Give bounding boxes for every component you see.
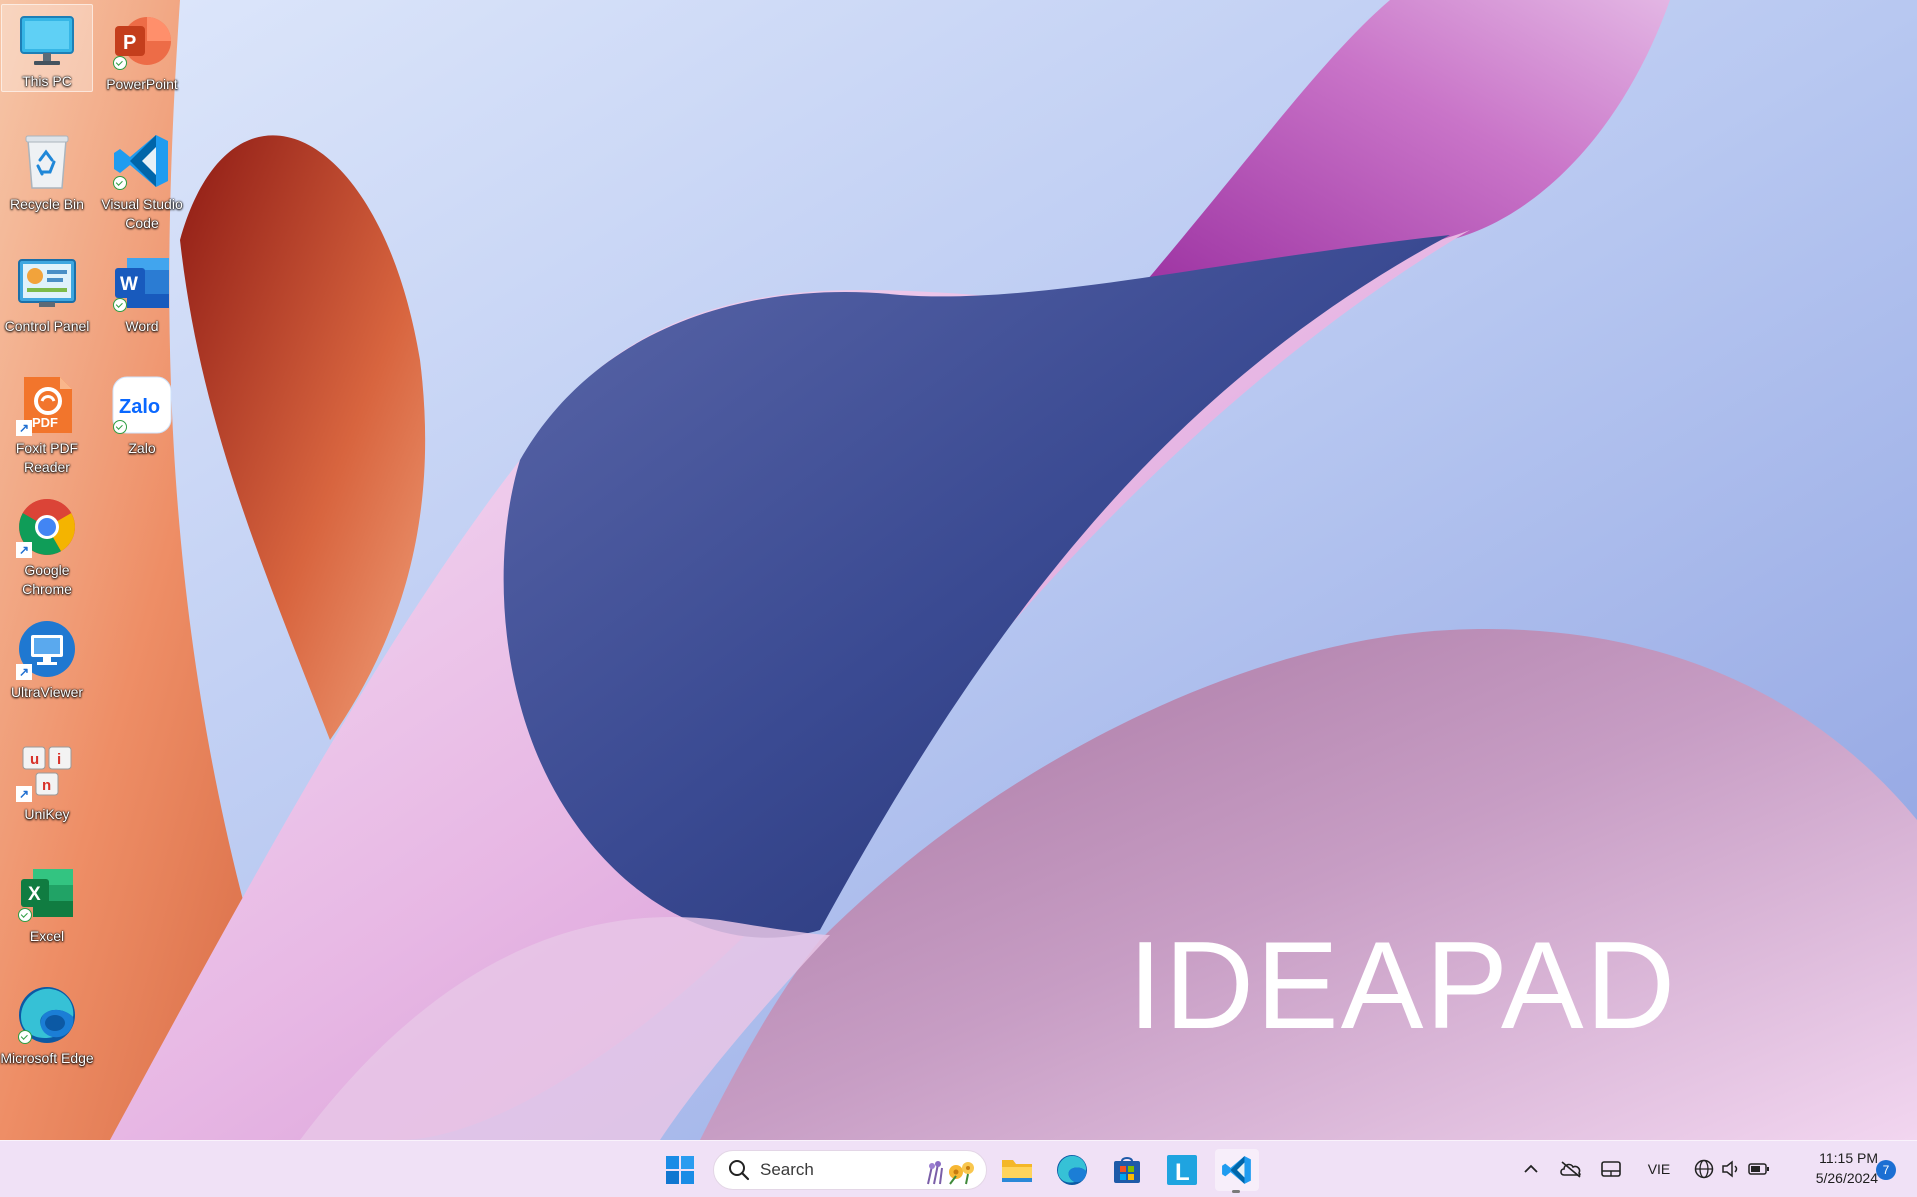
monitor-icon [16, 11, 78, 69]
shortcut-arrow-icon: ↗ [16, 786, 32, 802]
foxit-pdf-reader-item[interactable]: PDF ↗ Foxit PDF Reader [1, 368, 93, 480]
l-app-button[interactable]: L [1160, 1149, 1204, 1191]
clock-time: 11:15 PM [1819, 1150, 1878, 1166]
chevron-up-icon [1524, 1164, 1538, 1173]
unikey-icon: u i n ↗ [16, 740, 78, 802]
touchpad-icon [1601, 1160, 1621, 1177]
powerpoint-icon: P [111, 10, 173, 72]
zalo-label: Zalo [128, 440, 156, 456]
ultraviewer-icon: ↗ [16, 618, 78, 680]
show-hidden-icons-button[interactable] [1516, 1140, 1546, 1197]
google-chrome-item[interactable]: ↗ Google Chrome [1, 490, 93, 602]
recycle-bin-item[interactable]: Recycle Bin [1, 124, 93, 236]
network-button[interactable] [1690, 1140, 1718, 1197]
search-placeholder: Search [760, 1160, 814, 1179]
svg-text:n: n [42, 777, 51, 794]
svg-text:L: L [1175, 1159, 1190, 1185]
edge-taskbar-button[interactable] [1050, 1149, 1094, 1191]
sync-check-icon [113, 298, 127, 312]
control-panel-label: Control Panel [4, 318, 90, 334]
sync-check-icon [18, 1030, 32, 1044]
input-language-indicator[interactable]: VIE [1642, 1140, 1676, 1197]
onedrive-button[interactable] [1556, 1140, 1586, 1197]
excel-label: Excel [29, 928, 65, 944]
shortcut-arrow-icon: ↗ [16, 664, 32, 680]
vscode-running-indicator [1232, 1190, 1240, 1193]
windows-start-icon [666, 1156, 694, 1184]
notification-count-badge[interactable]: 7 [1876, 1160, 1896, 1180]
taskbar-clock[interactable]: 11:15 PM 5/26/2024 [1782, 1148, 1878, 1188]
cloud-offline-icon [1560, 1160, 1581, 1178]
volume-button[interactable] [1718, 1140, 1744, 1197]
shortcut-arrow-icon: ↗ [16, 542, 32, 558]
foxit-pdf-icon: PDF ↗ [16, 374, 78, 436]
foxit-pdf-reader-label: Foxit PDF Reader [15, 440, 79, 475]
control-panel-icon [16, 252, 78, 314]
battery-button[interactable] [1744, 1140, 1774, 1197]
file-explorer-icon [1002, 1160, 1032, 1182]
microsoft-store-icon [1114, 1157, 1140, 1183]
edge-icon [1057, 1155, 1087, 1185]
sync-check-icon [113, 176, 127, 190]
sync-check-icon [113, 56, 127, 70]
google-chrome-label: Google Chrome [22, 562, 72, 597]
taskbar: Search L [0, 1140, 1917, 1197]
word-label: Word [125, 318, 159, 334]
excel-icon: X [16, 862, 78, 924]
powerpoint-item[interactable]: P PowerPoint [96, 4, 188, 116]
sync-check-icon [18, 908, 32, 922]
visual-studio-code-item[interactable]: Visual Studio Code [96, 124, 188, 236]
file-explorer-button[interactable] [995, 1149, 1039, 1191]
battery-icon [1748, 1162, 1769, 1175]
ultraviewer-label: UltraViewer [10, 684, 84, 700]
zalo-item[interactable]: Zalo Zalo [96, 368, 188, 480]
taskbar-search-box[interactable]: Search [713, 1150, 987, 1190]
ultraviewer-item[interactable]: ↗ UltraViewer [1, 612, 93, 724]
word-icon: W [111, 252, 173, 314]
touchpad-button[interactable] [1596, 1140, 1626, 1197]
control-panel-item[interactable]: Control Panel [1, 246, 93, 358]
foxit-pdf-text: PDF [32, 415, 58, 430]
search-icon [729, 1160, 750, 1181]
unikey-label: UniKey [24, 806, 70, 822]
microsoft-edge-label: Microsoft Edge [0, 1050, 94, 1066]
visual-studio-code-label: Visual Studio Code [101, 196, 183, 231]
sync-check-icon [113, 420, 127, 434]
globe-network-icon [1694, 1159, 1714, 1178]
this-pc-icon-item[interactable]: This PC [1, 4, 93, 92]
svg-text:W: W [120, 274, 138, 295]
desktop-wallpaper: IDEAPAD [0, 0, 1917, 1140]
vscode-taskbar-button[interactable] [1215, 1149, 1259, 1191]
this-pc-label: This PC [22, 73, 72, 89]
svg-text:X: X [28, 884, 41, 905]
unikey-item[interactable]: u i n ↗ UniKey [1, 734, 93, 846]
start-button[interactable] [658, 1149, 702, 1191]
speaker-icon [1722, 1159, 1738, 1178]
svg-text:P: P [123, 32, 136, 54]
powerpoint-label: PowerPoint [106, 76, 178, 92]
vscode-icon [111, 130, 173, 192]
edge-icon [16, 984, 78, 1046]
svg-text:i: i [57, 751, 61, 768]
svg-text:u: u [30, 751, 39, 768]
chrome-icon: ↗ [16, 496, 78, 558]
search-highlight-flowers-icon [927, 1161, 974, 1185]
l-app-icon: L [1167, 1155, 1197, 1185]
zalo-icon: Zalo [111, 374, 173, 436]
vscode-icon [1222, 1156, 1251, 1184]
microsoft-store-button[interactable] [1105, 1149, 1149, 1191]
recycle-bin-label: Recycle Bin [10, 196, 84, 212]
recycle-bin-icon [16, 130, 78, 192]
microsoft-edge-item[interactable]: Microsoft Edge [0, 978, 94, 1090]
shortcut-arrow-icon: ↗ [16, 420, 32, 436]
ideapad-brand-text: IDEAPAD [1128, 917, 1678, 1055]
excel-item[interactable]: X Excel [1, 856, 93, 968]
clock-date: 5/26/2024 [1815, 1170, 1878, 1186]
svg-text:Zalo: Zalo [119, 396, 160, 418]
word-item[interactable]: W Word [96, 246, 188, 358]
